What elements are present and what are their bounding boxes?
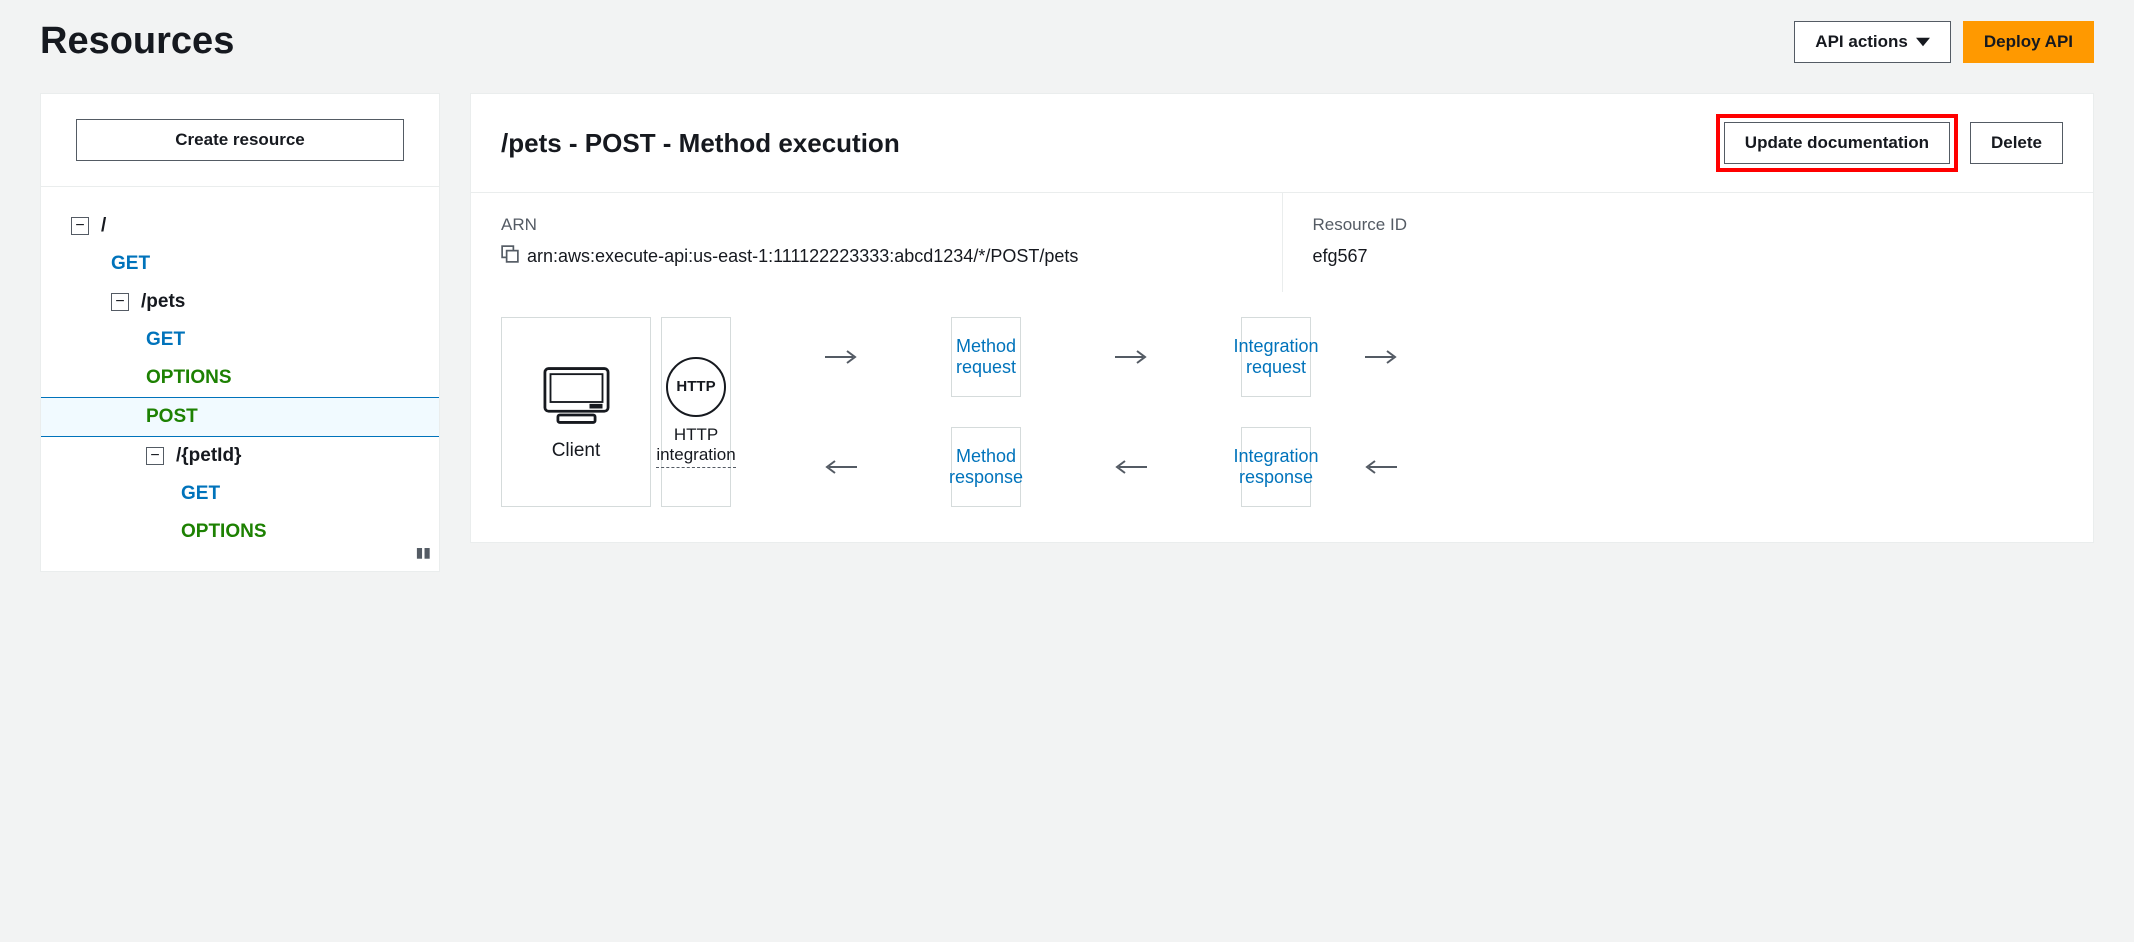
sidebar-header: Create resource (41, 94, 439, 187)
method-label: OPTIONS (146, 367, 232, 389)
arn-value: arn:aws:execute-api:us-east-1:1111222233… (527, 243, 1078, 270)
api-actions-button[interactable]: API actions (1794, 21, 1951, 63)
http-badge-icon: HTTP (666, 357, 726, 417)
method-request-box[interactable]: Method request (951, 317, 1021, 397)
caret-down-icon (1916, 35, 1930, 49)
tree-label-petid: /{petId} (176, 445, 241, 467)
tree-label-root: / (101, 215, 106, 237)
client-monitor-icon (539, 363, 614, 428)
method-request-label: Method request (956, 336, 1016, 378)
resource-id-label: Resource ID (1313, 215, 2064, 235)
method-response-label: Method response (949, 446, 1023, 488)
resource-id-value: efg567 (1313, 243, 2064, 270)
tree-method-pets-options[interactable]: OPTIONS (41, 359, 439, 397)
arrow-left-icon (1115, 457, 1147, 477)
deploy-api-button[interactable]: Deploy API (1963, 21, 2094, 63)
tree-node-petid[interactable]: − /{petId} (41, 437, 439, 475)
page-title: Resources (40, 20, 234, 63)
arrow-right-icon (825, 347, 857, 367)
tree-method-petid-get[interactable]: GET (41, 475, 439, 513)
method-execution-panel: /pets - POST - Method execution Update d… (470, 93, 2094, 543)
resource-tree: − / GET − /pets GET OPTIONS POST (41, 187, 439, 571)
arrow-left-1 (741, 427, 941, 507)
arrow-left-icon (1365, 457, 1397, 477)
client-label: Client (552, 440, 601, 462)
arn-value-row: arn:aws:execute-api:us-east-1:1111222233… (501, 243, 1252, 270)
resource-id-cell: Resource ID efg567 (1283, 193, 2094, 292)
flow-diagram: Client Method request Integration reques… (471, 292, 2093, 542)
arrow-right-2 (1031, 317, 1231, 397)
update-documentation-button[interactable]: Update documentation (1724, 122, 1950, 164)
arrow-left-2 (1031, 427, 1231, 507)
page-header: Resources API actions Deploy API (40, 20, 2094, 63)
integration-request-box[interactable]: Integration request (1241, 317, 1311, 397)
resize-handle-icon[interactable]: ▮▮ (416, 544, 431, 561)
tree-method-petid-options[interactable]: OPTIONS (41, 513, 439, 551)
arn-label: ARN (501, 215, 1252, 235)
tree-method-pets-post[interactable]: POST (41, 397, 439, 437)
method-label: POST (146, 406, 198, 428)
header-actions: API actions Deploy API (1794, 21, 2094, 63)
flow-endpoint-box: HTTP HTTP integration (661, 317, 731, 507)
create-resource-label: Create resource (175, 130, 304, 150)
tree-label-pets: /pets (141, 291, 185, 313)
method-label: GET (146, 329, 185, 351)
delete-button[interactable]: Delete (1970, 122, 2063, 164)
arrow-right-icon (1365, 347, 1397, 367)
method-execution-title: /pets - POST - Method execution (501, 128, 900, 159)
resources-sidebar: Create resource − / GET − /pets GET (40, 93, 440, 572)
info-row: ARN arn:aws:execute-api:us-east-1:111122… (471, 193, 2093, 292)
tree-node-pets[interactable]: − /pets (41, 283, 439, 321)
copy-icon[interactable] (501, 245, 519, 263)
http-badge-text: HTTP (676, 378, 715, 395)
main-header: /pets - POST - Method execution Update d… (471, 94, 2093, 193)
deploy-api-label: Deploy API (1984, 32, 2073, 52)
tree-method-root-get[interactable]: GET (41, 245, 439, 283)
tree-method-pets-get[interactable]: GET (41, 321, 439, 359)
api-actions-label: API actions (1815, 32, 1908, 52)
collapse-icon[interactable]: − (146, 447, 164, 465)
integration-response-box[interactable]: Integration response (1241, 427, 1311, 507)
delete-label: Delete (1991, 133, 2042, 153)
method-label: OPTIONS (181, 521, 267, 543)
arrow-right-1 (741, 317, 941, 397)
arrow-right-3 (1321, 317, 1441, 397)
integration-response-label: Integration response (1233, 446, 1318, 488)
collapse-icon[interactable]: − (71, 217, 89, 235)
update-doc-label: Update documentation (1745, 133, 1929, 153)
arn-cell: ARN arn:aws:execute-api:us-east-1:111122… (471, 193, 1283, 292)
endpoint-label: HTTP integration (656, 425, 735, 468)
arrow-left-3 (1321, 427, 1441, 507)
highlight-annotation: Update documentation (1716, 114, 1958, 172)
method-label: GET (111, 253, 150, 275)
arrow-left-icon (825, 457, 857, 477)
main-actions: Update documentation Delete (1716, 114, 2063, 172)
arrow-right-icon (1115, 347, 1147, 367)
integration-request-label: Integration request (1233, 336, 1318, 378)
method-label: GET (181, 483, 220, 505)
flow-client-box: Client (501, 317, 651, 507)
tree-node-root[interactable]: − / (41, 207, 439, 245)
method-response-box[interactable]: Method response (951, 427, 1021, 507)
create-resource-button[interactable]: Create resource (76, 119, 404, 161)
collapse-icon[interactable]: − (111, 293, 129, 311)
